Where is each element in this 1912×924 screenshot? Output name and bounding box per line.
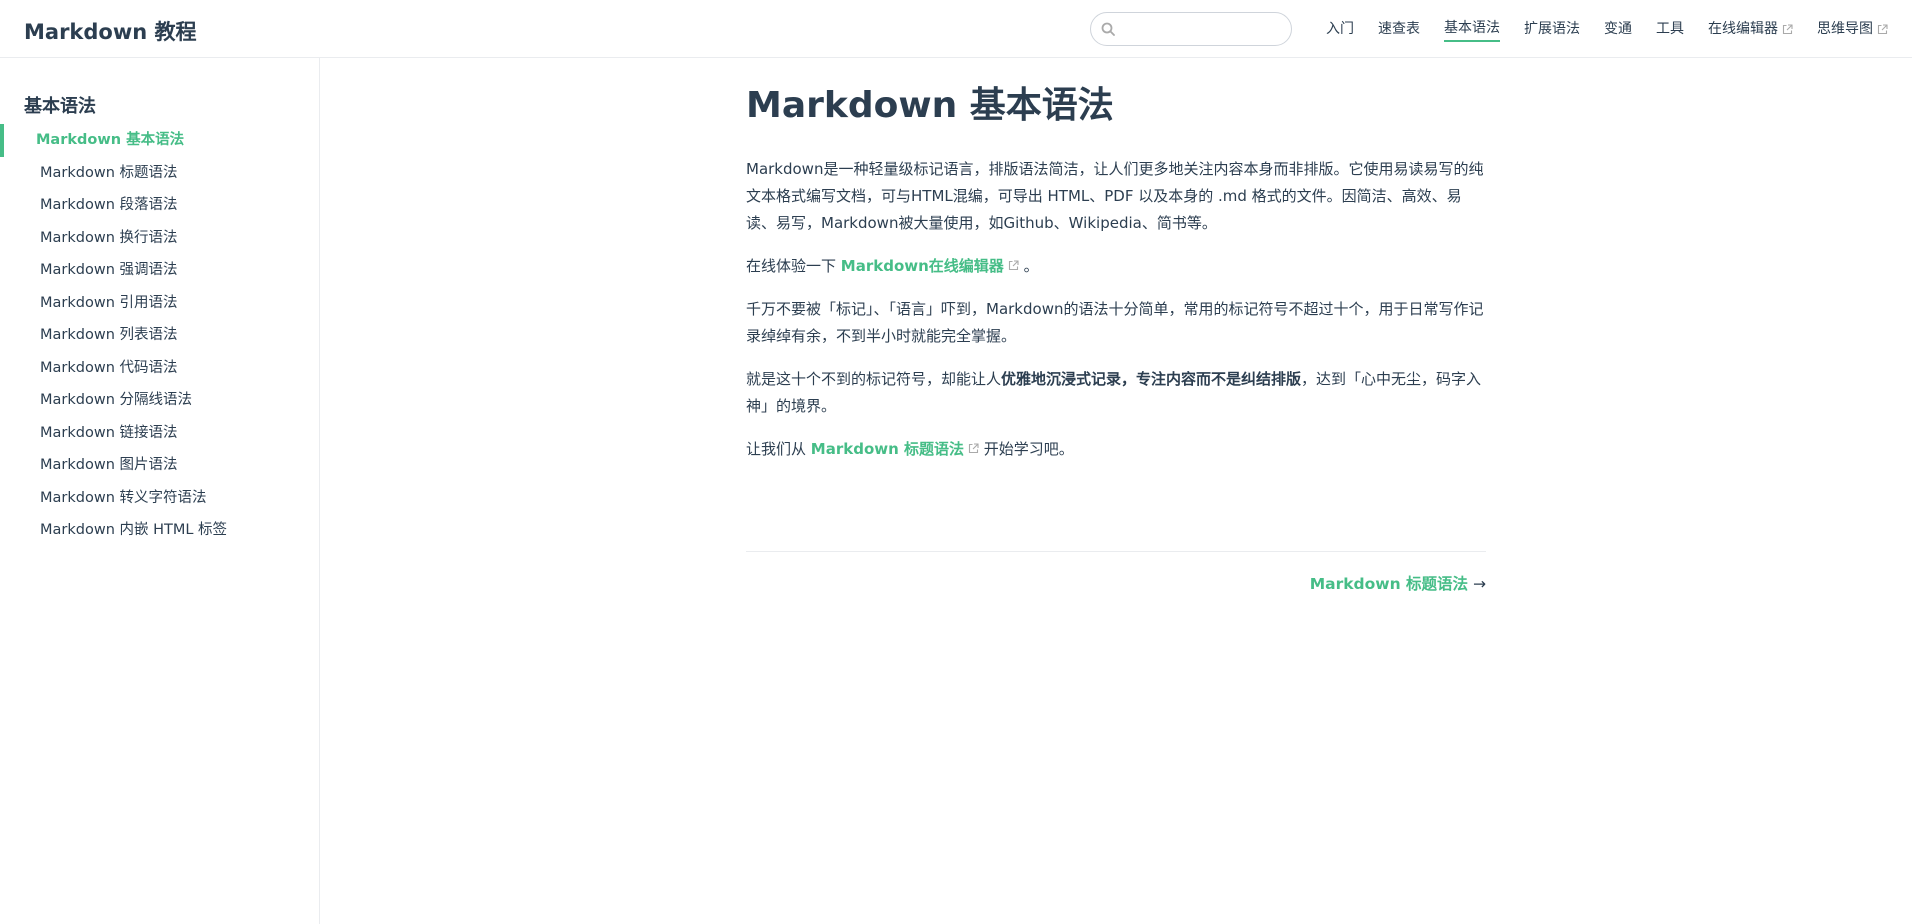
- search-box[interactable]: [1090, 12, 1292, 46]
- nav-extended-syntax[interactable]: 扩展语法: [1524, 18, 1580, 42]
- online-editor-link[interactable]: Markdown在线编辑器: [841, 257, 1019, 275]
- search-icon: [1101, 22, 1115, 36]
- heading-syntax-link[interactable]: Markdown 标题语法: [811, 440, 979, 458]
- sidebar: 基本语法 Markdown 基本语法 Markdown 标题语法 Markdow…: [0, 58, 320, 924]
- sidebar-item-horizontal-rule-syntax[interactable]: Markdown 分隔线语法: [0, 384, 320, 417]
- external-link-icon: [1008, 260, 1019, 271]
- external-link-icon: [968, 443, 979, 454]
- search-input[interactable]: [1121, 17, 1281, 41]
- nav-online-editor[interactable]: 在线编辑器: [1708, 18, 1793, 42]
- try-online-paragraph: 在线体验一下 Markdown在线编辑器 。: [746, 257, 1039, 275]
- nav-tools[interactable]: 工具: [1656, 18, 1684, 42]
- sidebar-item-line-break-syntax[interactable]: Markdown 换行语法: [0, 222, 320, 255]
- sidebar-list: Markdown 基本语法 Markdown 标题语法 Markdown 段落语…: [0, 124, 320, 547]
- focus-paragraph: 就是这十个不到的标记符号，却能让人优雅地沉浸式记录，专注内容而不是纠结排版，达到…: [746, 370, 1482, 415]
- sidebar-item-escape-syntax[interactable]: Markdown 转义字符语法: [0, 482, 320, 515]
- page-title: Markdown 基本语法: [746, 85, 1114, 126]
- nav-links: 入门 速查表 基本语法 扩展语法 变通 工具 在线编辑器 思维导图: [1326, 18, 1888, 42]
- sidebar-item-heading-syntax[interactable]: Markdown 标题语法: [0, 157, 320, 190]
- navbar: Markdown 教程 入门 速查表 基本语法 扩展语法 变通 工具 在线编辑器…: [0, 0, 1912, 58]
- sidebar-item-blockquote-syntax[interactable]: Markdown 引用语法: [0, 287, 320, 320]
- nav-hacks[interactable]: 变通: [1604, 18, 1632, 42]
- sidebar-item-basic-syntax[interactable]: Markdown 基本语法: [0, 124, 320, 157]
- focus-emphasis: 优雅地沉浸式记录，专注内容而不是纠结排版: [1001, 370, 1302, 388]
- sidebar-item-image-syntax[interactable]: Markdown 图片语法: [0, 449, 320, 482]
- external-link-icon: [1877, 23, 1888, 34]
- external-link-icon: [1782, 23, 1793, 34]
- simplicity-paragraph: 千万不要被「标记」、「语言」吓到，Markdown的语法十分简单，常用的标记符号…: [746, 300, 1484, 345]
- nav-mind-map[interactable]: 思维导图: [1817, 18, 1888, 42]
- arrow-right-icon: →: [1473, 575, 1486, 593]
- nav-getting-started[interactable]: 入门: [1326, 18, 1354, 42]
- start-paragraph: 让我们从 Markdown 标题语法 开始学习吧。: [746, 440, 1074, 458]
- next-page-nav: Markdown 标题语法 →: [746, 572, 1486, 594]
- sidebar-item-paragraph-syntax[interactable]: Markdown 段落语法: [0, 189, 320, 222]
- nav-cheat-sheet[interactable]: 速查表: [1378, 18, 1420, 42]
- sidebar-item-link-syntax[interactable]: Markdown 链接语法: [0, 417, 320, 450]
- main-content: Markdown 基本语法 Markdown是一种轻量级标记语言，排版语法简洁，…: [746, 58, 1486, 594]
- next-page-link[interactable]: Markdown 标题语法: [1310, 575, 1468, 593]
- sidebar-item-emphasis-syntax[interactable]: Markdown 强调语法: [0, 254, 320, 287]
- sidebar-item-code-syntax[interactable]: Markdown 代码语法: [0, 352, 320, 385]
- sidebar-item-html-syntax[interactable]: Markdown 内嵌 HTML 标签: [0, 514, 320, 547]
- sidebar-item-list-syntax[interactable]: Markdown 列表语法: [0, 319, 320, 352]
- sidebar-heading: 基本语法: [24, 96, 96, 117]
- page-nav-divider: [746, 551, 1486, 552]
- intro-paragraph: Markdown是一种轻量级标记语言，排版语法简洁，让人们更多地关注内容本身而非…: [746, 160, 1484, 232]
- site-title[interactable]: Markdown 教程: [24, 16, 197, 46]
- nav-basic-syntax[interactable]: 基本语法: [1444, 18, 1500, 42]
